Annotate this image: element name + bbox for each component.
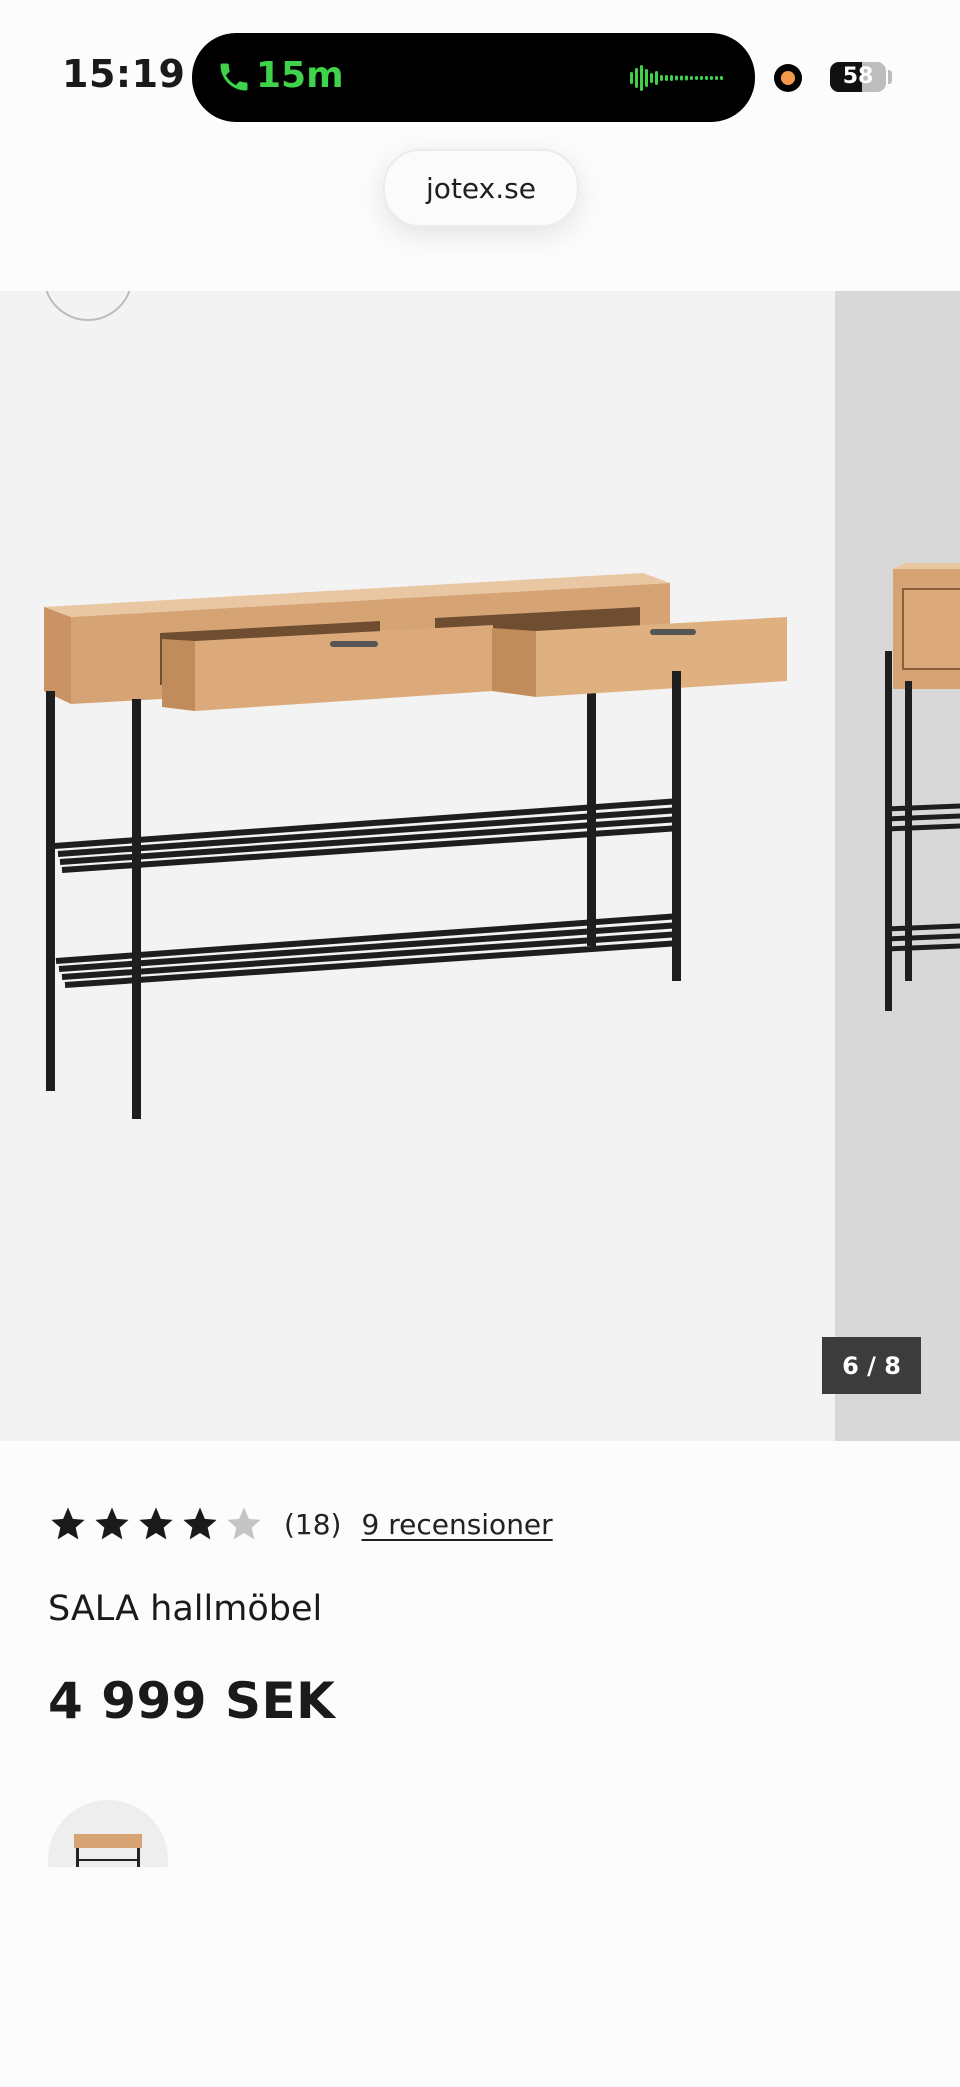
- url-text: jotex.se: [426, 171, 536, 205]
- gallery-back-button[interactable]: [43, 291, 133, 321]
- battery-level: 58: [842, 64, 874, 89]
- product-thumbnail-icon: [74, 1834, 142, 1867]
- battery-cap: [888, 70, 892, 84]
- rating-row: (18) 9 recensioner: [48, 1502, 553, 1546]
- rating-count: (18): [284, 1507, 342, 1541]
- star-filled-icon: [95, 1507, 129, 1540]
- next-gallery-image[interactable]: [835, 291, 960, 1441]
- next-product-image: [885, 563, 960, 1011]
- image-counter: 6 / 8: [822, 1337, 921, 1394]
- variant-thumbnail[interactable]: [48, 1800, 168, 1867]
- product-image[interactable]: [40, 521, 800, 1121]
- star-rating[interactable]: [48, 1504, 264, 1544]
- orange-dot-icon: [774, 64, 802, 92]
- variant-thumbnail-image: [48, 1800, 168, 1867]
- product-title: SALA hallmöbel: [48, 1589, 323, 1629]
- call-duration: 15m: [256, 55, 344, 96]
- battery-icon: 58: [830, 62, 886, 92]
- phone-icon: [220, 63, 248, 91]
- star-filled-icon: [51, 1507, 85, 1540]
- status-bar: 15:19 15m 58: [0, 0, 960, 150]
- product-price: 4 999 SEK: [48, 1672, 336, 1730]
- star-filled-icon: [183, 1507, 217, 1540]
- star-empty-icon: [227, 1507, 261, 1540]
- clock: 15:19: [62, 52, 186, 96]
- dynamic-island-call[interactable]: 15m: [192, 33, 755, 122]
- audio-waveform-icon: [630, 65, 723, 91]
- address-bar[interactable]: jotex.se: [383, 149, 579, 227]
- star-filled-icon: [139, 1507, 173, 1540]
- product-image-gallery[interactable]: 6 / 8: [0, 291, 960, 1441]
- reviews-link[interactable]: 9 recensioner: [361, 1508, 552, 1541]
